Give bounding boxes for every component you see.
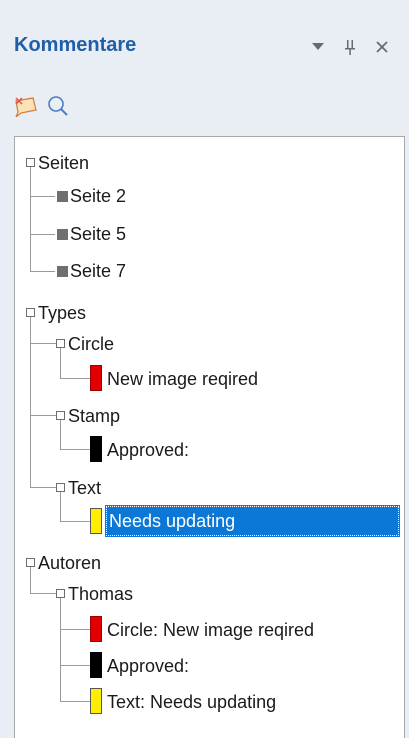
tree-item-seite-7[interactable]: Seite 7 xyxy=(70,258,126,284)
tree-connector xyxy=(60,348,61,379)
page-icon xyxy=(57,191,68,202)
tree-connector xyxy=(30,593,56,594)
tree-node-text[interactable]: Text xyxy=(68,475,101,501)
tree-node-stamp[interactable]: Stamp xyxy=(68,403,120,429)
pin-icon xyxy=(345,40,355,55)
tree-connector xyxy=(30,343,56,344)
comment-note-button[interactable] xyxy=(12,92,40,120)
expander-text[interactable] xyxy=(56,483,65,492)
expander-stamp[interactable] xyxy=(56,411,65,420)
tree-item-text-needs-updating[interactable]: Text: Needs updating xyxy=(107,689,276,715)
comment-color-swatch xyxy=(90,652,102,678)
tree-item-seite-2[interactable]: Seite 2 xyxy=(70,183,126,209)
tree-node-types[interactable]: Types xyxy=(38,300,86,326)
tree-item-new-image-reqired[interactable]: New image reqired xyxy=(107,366,258,392)
expander-thomas[interactable] xyxy=(56,589,65,598)
comment-color-swatch xyxy=(90,616,102,642)
tree-item-needs-updating[interactable]: Needs updating xyxy=(109,508,235,534)
tree-connector xyxy=(30,196,55,197)
comment-note-icon xyxy=(15,97,37,117)
tree-connector xyxy=(60,665,90,666)
tree-connector xyxy=(60,449,90,450)
tree-node-thomas[interactable]: Thomas xyxy=(68,581,133,607)
expander-types[interactable] xyxy=(26,308,35,317)
panel-toolbar xyxy=(0,86,409,126)
page-icon xyxy=(57,266,68,277)
comment-color-swatch xyxy=(90,365,102,391)
tree-connector xyxy=(30,234,55,235)
tree-item-circle-new-image-reqired[interactable]: Circle: New image reqired xyxy=(107,617,314,643)
expander-autoren[interactable] xyxy=(26,558,35,567)
tree-connector xyxy=(60,598,61,701)
tree-item-approved[interactable]: Approved: xyxy=(107,437,189,463)
tree-connector xyxy=(60,701,90,702)
tree-node-circle[interactable]: Circle xyxy=(68,331,114,357)
tree-connector xyxy=(30,567,31,593)
tree-connector xyxy=(30,415,56,416)
page-icon xyxy=(57,229,68,240)
close-icon xyxy=(376,41,388,53)
tree-connector xyxy=(60,378,90,379)
tree-item-seite-5[interactable]: Seite 5 xyxy=(70,221,126,247)
panel-header: Kommentare xyxy=(0,0,409,80)
close-button[interactable] xyxy=(370,34,394,60)
comment-color-swatch xyxy=(90,688,102,714)
tree-connector xyxy=(30,167,31,272)
tree-connector xyxy=(30,487,56,488)
tree-connector xyxy=(60,492,61,522)
chevron-down-icon xyxy=(312,43,324,50)
comments-tree[interactable]: Seiten Seite 2 Seite 5 Seite 7 Types Cir… xyxy=(14,136,405,738)
comments-panel: Kommentare Seiten Seite 2 Seite 5 Seite … xyxy=(0,0,409,738)
search-icon xyxy=(48,96,68,116)
comment-color-swatch xyxy=(90,508,102,534)
comment-color-swatch xyxy=(90,436,102,462)
expander-seiten[interactable] xyxy=(26,158,35,167)
panel-menu-button[interactable] xyxy=(306,34,330,60)
pin-button[interactable] xyxy=(338,34,362,60)
tree-connector xyxy=(60,629,90,630)
tree-node-autoren[interactable]: Autoren xyxy=(38,550,101,576)
tree-connector xyxy=(30,271,55,272)
tree-node-seiten[interactable]: Seiten xyxy=(38,150,89,176)
expander-circle[interactable] xyxy=(56,339,65,348)
panel-title: Kommentare xyxy=(14,34,137,56)
tree-item-approved-author[interactable]: Approved: xyxy=(107,653,189,679)
tree-connector xyxy=(60,521,90,522)
tree-connector xyxy=(60,420,61,450)
search-button[interactable] xyxy=(44,92,72,120)
